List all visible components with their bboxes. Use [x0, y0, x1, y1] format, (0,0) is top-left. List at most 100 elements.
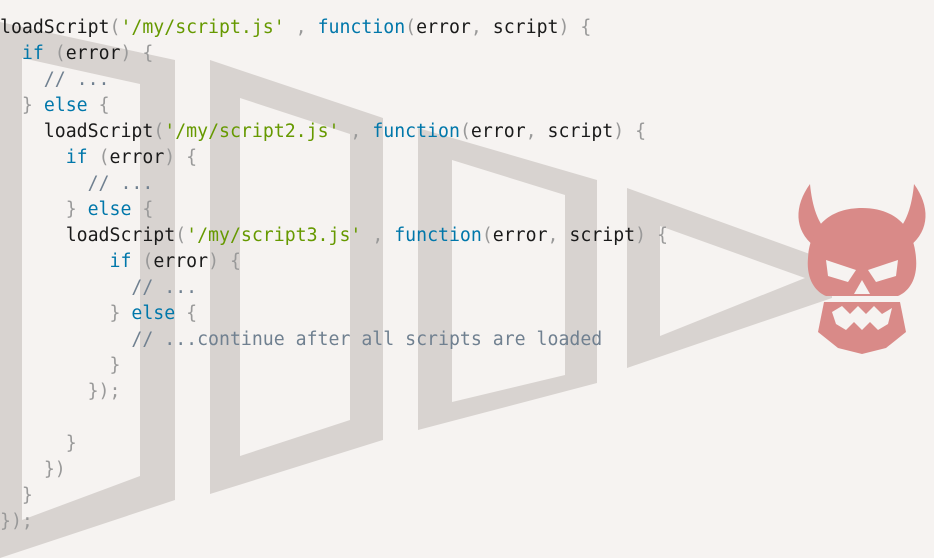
code-token: } — [109, 303, 121, 324]
code-token: { — [142, 199, 154, 220]
code-token: script — [536, 121, 614, 142]
code-token: { — [657, 225, 668, 246]
code-token: } — [109, 355, 121, 376]
code-token: // ... — [0, 173, 154, 194]
code-token: '/my/script2.js' — [164, 121, 340, 142]
code-token: // ... — [0, 277, 198, 298]
code-token: loadScript — [0, 225, 176, 246]
code-token: { — [635, 121, 647, 142]
code-token: // ... — [0, 69, 110, 90]
code-token: } — [21, 485, 33, 506]
code-token: , — [525, 121, 537, 142]
code-line: // ... — [0, 67, 668, 93]
code-token: else — [43, 95, 88, 116]
code-token: , — [470, 17, 482, 38]
code-token: loadScript — [0, 121, 154, 142]
code-token: error — [153, 251, 209, 272]
code-token: ( — [98, 147, 110, 168]
code-line: } — [0, 483, 668, 509]
code-token: function — [372, 121, 460, 142]
code-token: else — [87, 199, 132, 220]
code-line: // ... — [0, 171, 668, 197]
code-token: ( — [109, 17, 121, 38]
code-token: ) — [558, 17, 570, 38]
code-token: { — [142, 43, 154, 64]
code-token: script — [558, 225, 636, 246]
horned-skull-icon — [798, 184, 926, 354]
code-token: , — [372, 225, 384, 246]
code-line: if (error) { — [0, 249, 668, 275]
code-token: } — [65, 199, 77, 220]
code-token: ( — [142, 251, 154, 272]
code-token: ) — [208, 251, 220, 272]
code-line: if (error) { — [0, 41, 668, 67]
code-token: ( — [459, 121, 471, 142]
code-line: }); — [0, 379, 668, 405]
code-token: } — [21, 95, 33, 116]
code-token: function — [317, 17, 406, 38]
code-line: } else { — [0, 197, 668, 223]
code-token: loadScript — [0, 17, 110, 38]
code-line: loadScript('/my/script3.js' , function(e… — [0, 223, 668, 249]
code-token: ( — [54, 43, 66, 64]
code-token: error — [470, 121, 526, 142]
code-token: ( — [405, 17, 417, 38]
code-token: { — [186, 147, 198, 168]
code-token: }); — [0, 511, 33, 532]
code-token: '/my/script.js' — [120, 17, 285, 38]
code-token: function — [394, 225, 482, 246]
code-token: ) — [164, 147, 176, 168]
code-line: } else { — [0, 93, 668, 119]
code-token: if — [65, 147, 88, 168]
code-token: , — [350, 121, 362, 142]
code-token: if — [109, 251, 132, 272]
code-token: error — [492, 225, 548, 246]
code-line: } — [0, 431, 668, 457]
code-token: else — [131, 303, 176, 324]
code-token: // ...continue after all scripts are loa… — [0, 329, 603, 350]
code-token: { — [98, 95, 110, 116]
code-token: { — [186, 303, 198, 324]
code-line: loadScript('/my/script2.js' , function(e… — [0, 119, 668, 145]
code-token: if — [21, 43, 44, 64]
code-token: '/my/script3.js' — [186, 225, 362, 246]
code-token: ( — [175, 225, 187, 246]
callback-hell-illustration: loadScript('/my/script.js' , function(er… — [0, 0, 934, 558]
code-token: , — [547, 225, 559, 246]
code-line: // ... — [0, 275, 668, 301]
code-token: ( — [481, 225, 493, 246]
code-line: } else { — [0, 301, 668, 327]
code-line: // ...continue after all scripts are loa… — [0, 327, 668, 353]
code-line: }) — [0, 457, 668, 483]
code-token: error — [65, 43, 121, 64]
code-token: }); — [87, 381, 121, 402]
